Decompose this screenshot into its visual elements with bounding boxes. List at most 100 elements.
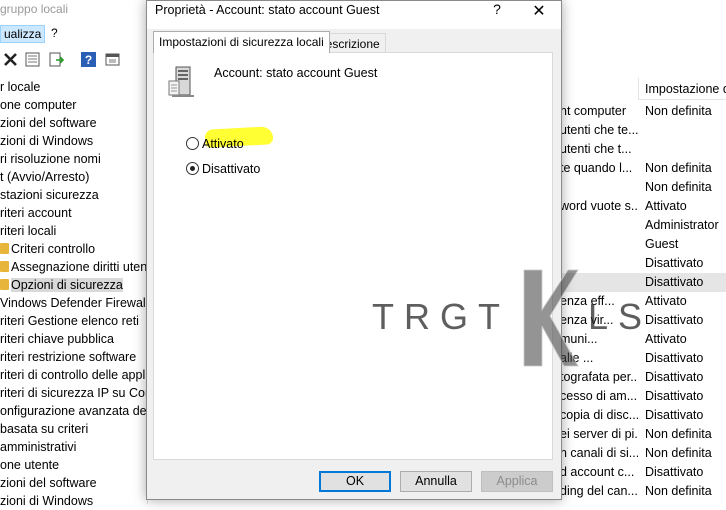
tree-item-label: ri risoluzione nomi	[0, 152, 101, 166]
table-row[interactable]: Administrator	[556, 216, 726, 235]
tree-item[interactable]: one computer	[0, 96, 76, 114]
tree-item[interactable]: Criteri controllo	[0, 240, 95, 258]
tree-item-label: riteri chiave pubblica	[0, 332, 114, 346]
tree-item[interactable]: zioni di Windows	[0, 132, 93, 150]
table-row[interactable]: Disattivato	[556, 254, 726, 273]
tree-item[interactable]: riteri chiave pubblica	[0, 330, 114, 348]
close-icon[interactable]: ✕	[529, 1, 549, 21]
tree-item-label: riteri di sicurezza IP su Comp	[0, 386, 163, 400]
table-row[interactable]: nt computer Non definita	[556, 102, 726, 121]
tab-local-security-settings[interactable]: Impostazioni di sicurezza locali	[153, 31, 330, 53]
setting-cell: Disattivato	[645, 389, 704, 403]
tree-item-label: Opzioni di sicurezza	[11, 278, 123, 292]
table-row[interactable]: n canali di si... Non definita	[556, 444, 726, 463]
dialog-title: Proprietà - Account: stato account Guest	[155, 3, 380, 17]
tree-item[interactable]: amministrativi	[0, 438, 76, 456]
table-row[interactable]: ding del can... Non definita	[556, 482, 726, 501]
policy-cell: word vuote s...	[560, 199, 638, 213]
policy-cell: utenti che te...	[560, 123, 638, 137]
help-icon[interactable]: ?	[80, 51, 97, 68]
watermark-text-left: TRGT	[372, 296, 510, 337]
tree-item-label: stazioni sicurezza	[0, 188, 99, 202]
policy-cell: ding del can...	[560, 484, 638, 498]
tree-item[interactable]: stazioni sicurezza	[0, 186, 99, 204]
setting-cell: Guest	[645, 237, 679, 251]
setting-cell: Disattivato	[645, 275, 704, 289]
setting-cell: Non definita	[645, 446, 712, 460]
tree-item[interactable]: r locale	[0, 78, 40, 96]
table-row[interactable]: ei server di pi... Non definita	[556, 425, 726, 444]
table-row[interactable]: Non definita	[556, 178, 726, 197]
tree-item[interactable]: ri risoluzione nomi	[0, 150, 101, 168]
setting-cell: Disattivato	[645, 408, 704, 422]
tree-item[interactable]: onfigurazione avanzata dei c	[0, 402, 159, 420]
tree-item-label: zioni del software	[0, 116, 97, 130]
tree-item[interactable]: t (Avvio/Arresto)	[0, 168, 89, 186]
setting-cell: Disattivato	[645, 313, 704, 327]
delete-icon[interactable]	[2, 51, 19, 68]
cancel-button[interactable]: Annulla	[400, 471, 472, 492]
table-row[interactable]: d account c... Disattivato	[556, 463, 726, 482]
tree-item[interactable]: riteri di controllo delle appli	[0, 366, 148, 384]
help-icon[interactable]: ?	[487, 1, 507, 21]
tree-item[interactable]: basata su criteri	[0, 420, 88, 438]
tree-item-label: zioni del software	[0, 476, 97, 490]
tree-item-label: Assegnazione diritti utente	[11, 260, 158, 274]
folder-lock-icon	[0, 279, 9, 290]
export-icon[interactable]	[48, 51, 65, 68]
server-policy-icon	[168, 66, 194, 97]
watermark-text-right: LS	[588, 296, 653, 337]
tree-item[interactable]: riteri restrizione software	[0, 348, 136, 366]
tree-item[interactable]: zioni del software	[0, 114, 97, 132]
table-row[interactable]: copia di disc... Disattivato	[556, 406, 726, 425]
tree-item[interactable]: Assegnazione diritti utente	[0, 258, 158, 276]
menu-item-view[interactable]: ualizza	[0, 25, 46, 43]
tree-item-label: riteri account	[0, 206, 72, 220]
folder-lock-icon	[0, 243, 9, 254]
tree-item-label: riteri locali	[0, 224, 57, 238]
tree-item[interactable]: one utente	[0, 456, 59, 474]
table-row[interactable]: utenti che t...	[556, 140, 726, 159]
table-row[interactable]: word vuote s... Attivato	[556, 197, 726, 216]
tree-item-label: amministrativi	[0, 440, 77, 454]
tree-item[interactable]: riteri account	[0, 204, 72, 222]
setting-cell: Disattivato	[645, 465, 704, 479]
tree-item-selected[interactable]: Opzioni di sicurezza	[0, 276, 123, 294]
properties-dialog: Proprietà - Account: stato account Guest…	[146, 0, 562, 500]
table-row[interactable]: alle ... Disattivato	[556, 349, 726, 368]
menu-item-help[interactable]: ?	[48, 25, 61, 41]
properties-icon[interactable]	[24, 51, 41, 68]
tree-item[interactable]: zioni del software	[0, 474, 97, 492]
ok-button[interactable]: OK	[319, 471, 391, 492]
setting-cell: Non definita	[645, 484, 712, 498]
radio-button-disabled[interactable]	[186, 162, 199, 175]
watermark-logo-k	[523, 269, 579, 367]
tree-item[interactable]: riteri Gestione elenco reti	[0, 312, 139, 330]
table-row[interactable]: cesso di am... Disattivato	[556, 387, 726, 406]
tree-item[interactable]: riteri locali	[0, 222, 56, 240]
menu-bar: ualizza ?	[0, 25, 160, 43]
policy-cell: d account c...	[560, 465, 635, 479]
table-row[interactable]: Guest	[556, 235, 726, 254]
setting-cell: Disattivato	[645, 370, 704, 384]
tree-item[interactable]: riteri di sicurezza IP su Comp	[0, 384, 162, 402]
table-row-selected[interactable]: Disattivato	[556, 273, 726, 292]
table-row[interactable]: utenti che te...	[556, 121, 726, 140]
tree-item[interactable]: zioni di Windows	[0, 492, 93, 510]
tree-item-label: r locale	[0, 80, 41, 94]
policy-cell: n canali di si...	[560, 446, 638, 460]
setting-cell: Non definita	[645, 104, 712, 118]
tree-item-label: zioni di Windows	[0, 494, 94, 508]
table-row[interactable]: te quando l... Non definita	[556, 159, 726, 178]
dialog-titlebar[interactable]: Proprietà - Account: stato account Guest…	[147, 1, 561, 29]
radio-button-enabled[interactable]	[186, 137, 199, 150]
tree-item-label: riteri restrizione software	[0, 350, 137, 364]
table-row[interactable]: tografata per... Disattivato	[556, 368, 726, 387]
apply-button[interactable]: Applica	[481, 471, 553, 492]
toolbar: ?	[0, 48, 150, 72]
setting-cell: Disattivato	[645, 351, 704, 365]
tree-item-label: one computer	[0, 98, 77, 112]
show-pane-icon[interactable]	[104, 51, 121, 68]
policy-cell: copia di disc...	[560, 408, 638, 422]
column-header-setting[interactable]: Impostazione di	[638, 78, 726, 100]
